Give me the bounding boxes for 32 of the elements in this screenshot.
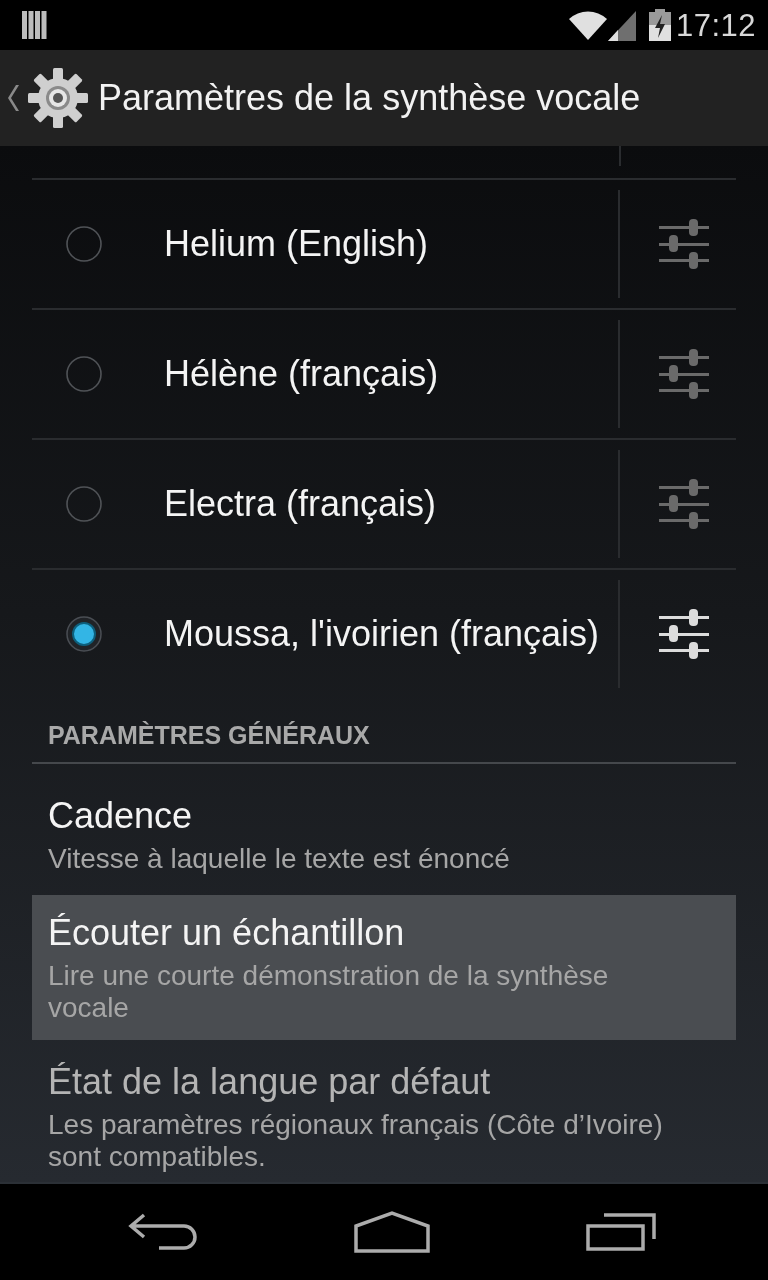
preference-title: Cadence	[48, 794, 194, 838]
sliders-icon[interactable]	[659, 219, 709, 269]
preference-title: État de la langue par défaut	[48, 1060, 492, 1104]
home-icon[interactable]	[354, 1211, 430, 1253]
section-header: PARAMÈTRES GÉNÉRAUX	[32, 700, 736, 764]
settings-icon[interactable]	[28, 68, 88, 128]
engine-name[interactable]: Electra (français)	[164, 482, 437, 526]
battery-charging-icon	[647, 9, 672, 41]
screen-title: Paramètres de la synthèse vocale	[98, 77, 641, 119]
sliders-icon[interactable]	[659, 479, 709, 529]
preference-item[interactable]: Cadence Vitesse à laquelle le texte est énoncé	[32, 778, 736, 891]
recent-apps-icon[interactable]	[586, 1213, 658, 1251]
preference-item[interactable]: Écouter un échantillon Lire une courte démonstration de la synthèse vocale	[32, 895, 736, 1040]
wifi-icon	[567, 10, 608, 40]
preference-title: Écouter un échantillon	[48, 911, 406, 955]
back-icon[interactable]	[127, 1212, 197, 1252]
radio-button[interactable]	[66, 356, 102, 392]
engine-name[interactable]: Helium (English)	[164, 222, 429, 266]
preference-summary: Les paramètres régionaux français (Côte d’Ivoire) sont compatibles.	[48, 1109, 664, 1173]
engine-name[interactable]: Hélène (français)	[164, 352, 439, 396]
radio-button[interactable]	[66, 486, 102, 522]
sliders-icon[interactable]	[659, 609, 709, 659]
preference-summary: Vitesse à laquelle le texte est énoncé	[48, 843, 511, 875]
up-caret-icon[interactable]	[8, 84, 20, 112]
signal-icon	[607, 9, 638, 41]
preference-summary: Lire une courte démonstration de la synthèse vocale	[48, 960, 610, 1024]
engine-name[interactable]: Moussa, l'ivoirien (français)	[164, 612, 599, 656]
radio-button[interactable]	[66, 226, 102, 262]
radio-button[interactable]	[66, 616, 102, 652]
sliders-icon[interactable]	[659, 349, 709, 399]
clock-time: 17:12	[675, 9, 756, 41]
notification-icon	[22, 11, 48, 39]
